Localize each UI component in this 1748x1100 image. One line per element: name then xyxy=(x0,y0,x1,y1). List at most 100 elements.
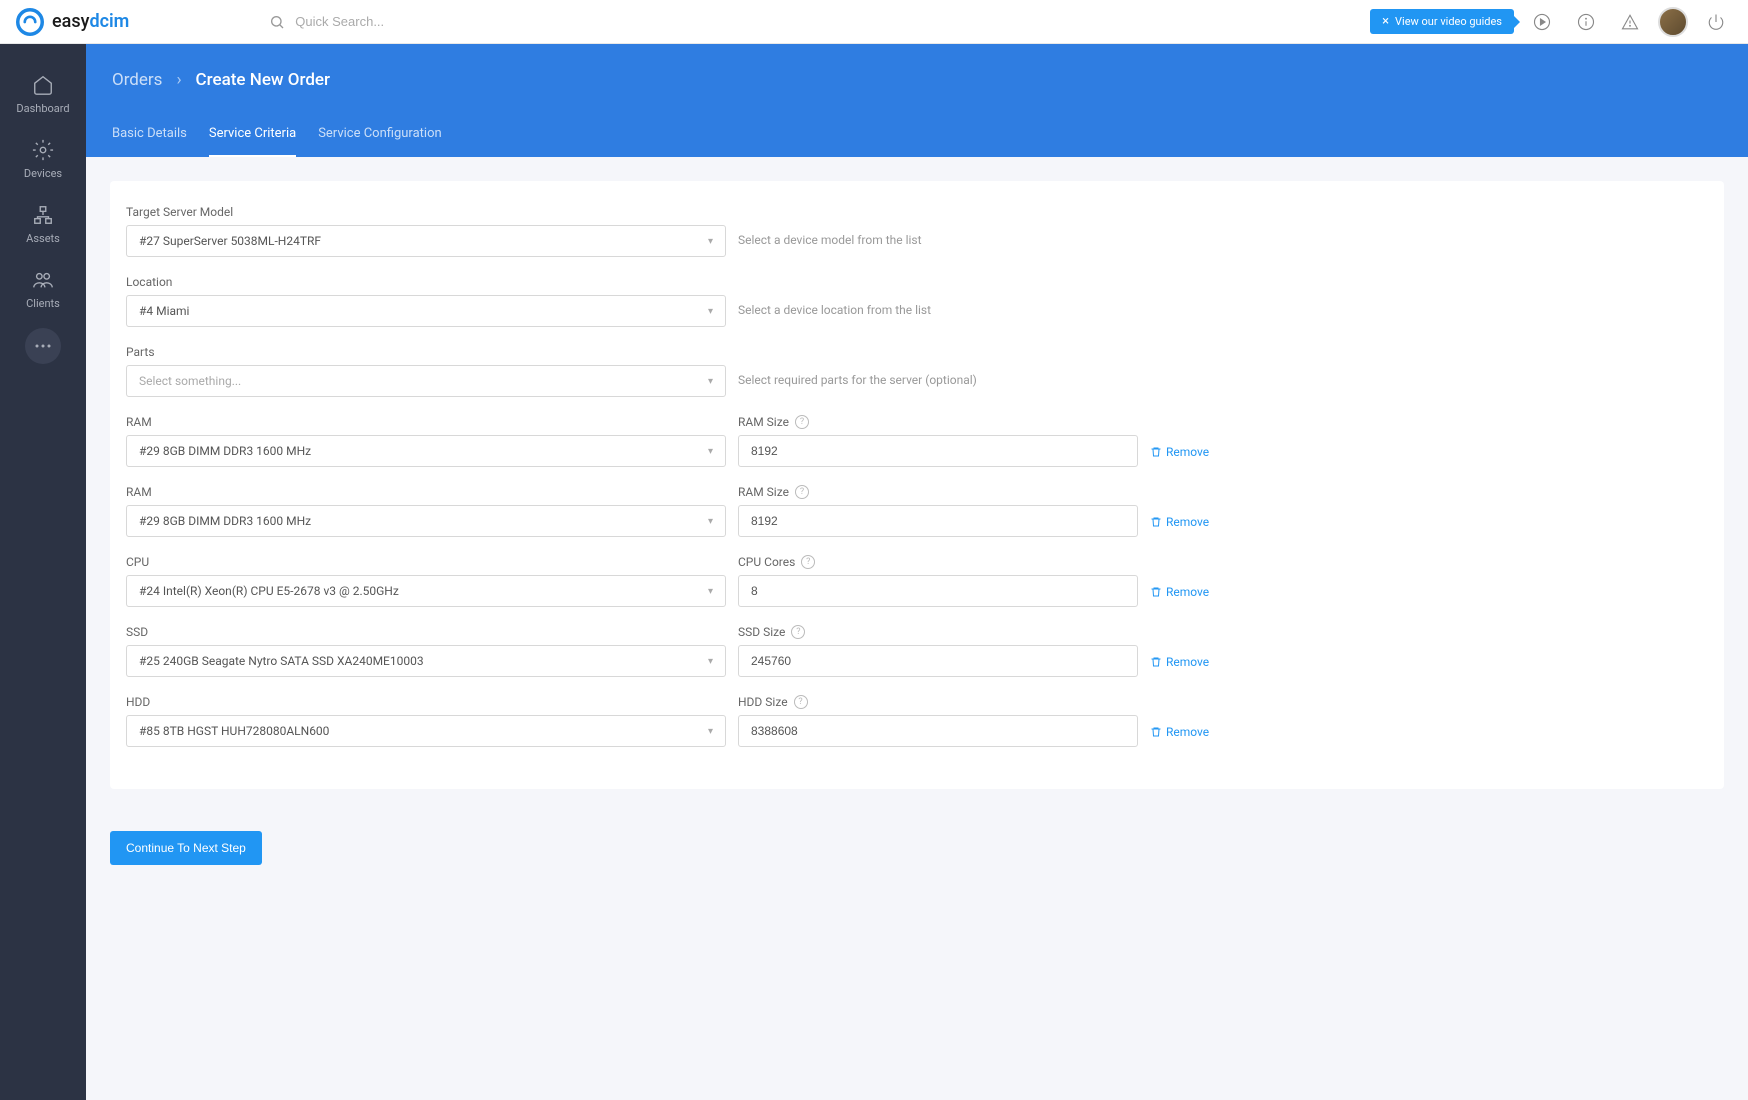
top-header: easydcim × View our video guides xyxy=(0,0,1748,44)
part-size-input[interactable] xyxy=(738,505,1138,537)
remove-button[interactable]: Remove xyxy=(1150,515,1209,529)
more-icon xyxy=(35,344,51,348)
remove-button[interactable]: Remove xyxy=(1150,725,1209,739)
part-type-label: RAM xyxy=(126,485,726,499)
sidebar-item-dashboard[interactable]: Dashboard xyxy=(0,62,86,127)
field-hint: Select required parts for the server (op… xyxy=(738,365,977,387)
field-hint: Select a device location from the list xyxy=(738,295,931,317)
chevron-down-icon: ▾ xyxy=(708,726,713,737)
trash-icon xyxy=(1150,446,1162,458)
tab-basic-details[interactable]: Basic Details xyxy=(112,116,187,157)
help-icon[interactable]: ? xyxy=(791,625,805,639)
alert-icon[interactable] xyxy=(1614,6,1646,38)
part-size-input[interactable] xyxy=(738,435,1138,467)
part-size-input[interactable] xyxy=(738,575,1138,607)
part-type-label: CPU xyxy=(126,555,726,569)
parts-select[interactable]: Select something... ▾ xyxy=(126,365,726,397)
part-type-label: SSD xyxy=(126,625,726,639)
part-size-label: SSD Size ? xyxy=(738,625,1138,639)
chevron-down-icon: ▾ xyxy=(708,446,713,457)
chevron-down-icon: ▾ xyxy=(708,656,713,667)
tabs: Basic Details Service Criteria Service C… xyxy=(112,116,1722,157)
breadcrumb-parent[interactable]: Orders xyxy=(112,70,162,90)
part-select[interactable]: #29 8GB DIMM DDR3 1600 MHz ▾ xyxy=(126,435,726,467)
remove-label: Remove xyxy=(1166,445,1209,459)
remove-button[interactable]: Remove xyxy=(1150,655,1209,669)
avatar[interactable] xyxy=(1658,7,1688,37)
select-value: #24 Intel(R) Xeon(R) CPU E5-2678 v3 @ 2.… xyxy=(139,584,399,598)
part-size-label: RAM Size ? xyxy=(738,485,1138,499)
part-row: CPU #24 Intel(R) Xeon(R) CPU E5-2678 v3 … xyxy=(126,555,1708,607)
trash-icon xyxy=(1150,516,1162,528)
header-right: × View our video guides xyxy=(1370,6,1732,38)
main: Orders › Create New Order Basic Details … xyxy=(86,44,1748,883)
info-icon[interactable] xyxy=(1570,6,1602,38)
location-select[interactable]: #4 Miami ▾ xyxy=(126,295,726,327)
part-size-input[interactable] xyxy=(738,715,1138,747)
part-size-label: CPU Cores ? xyxy=(738,555,1138,569)
chevron-down-icon: ▾ xyxy=(708,516,713,527)
sidebar-item-label: Devices xyxy=(24,167,62,180)
sidebar-item-label: Clients xyxy=(26,297,60,310)
part-size-label: HDD Size ? xyxy=(738,695,1138,709)
sidebar: Dashboard Devices Assets Clients xyxy=(0,44,86,1100)
gear-icon xyxy=(32,139,54,161)
footer-bar: Continue To Next Step xyxy=(86,813,1748,883)
breadcrumb: Orders › Create New Order xyxy=(112,70,1722,90)
search-icon xyxy=(269,14,285,30)
part-select[interactable]: #85 8TB HGST HUH728080ALN600 ▾ xyxy=(126,715,726,747)
select-value: #29 8GB DIMM DDR3 1600 MHz xyxy=(139,444,311,458)
part-row: SSD #25 240GB Seagate Nytro SATA SSD XA2… xyxy=(126,625,1708,677)
power-icon[interactable] xyxy=(1700,6,1732,38)
sidebar-more-button[interactable] xyxy=(25,328,61,364)
sidebar-item-assets[interactable]: Assets xyxy=(0,192,86,257)
help-icon[interactable]: ? xyxy=(795,485,809,499)
logo-icon xyxy=(16,8,44,36)
help-icon[interactable]: ? xyxy=(801,555,815,569)
part-size-input[interactable] xyxy=(738,645,1138,677)
video-guides-button[interactable]: × View our video guides xyxy=(1370,9,1514,34)
remove-label: Remove xyxy=(1166,515,1209,529)
help-icon[interactable]: ? xyxy=(794,695,808,709)
field-hint: Select a device model from the list xyxy=(738,225,922,247)
sidebar-item-devices[interactable]: Devices xyxy=(0,127,86,192)
part-select[interactable]: #25 240GB Seagate Nytro SATA SSD XA240ME… xyxy=(126,645,726,677)
chevron-down-icon: ▾ xyxy=(708,376,713,387)
network-icon xyxy=(32,204,54,226)
chevron-down-icon: ▾ xyxy=(708,236,713,247)
part-select[interactable]: #24 Intel(R) Xeon(R) CPU E5-2678 v3 @ 2.… xyxy=(126,575,726,607)
field-target-model: Target Server Model #27 SuperServer 5038… xyxy=(126,205,1708,257)
select-placeholder: Select something... xyxy=(139,374,241,388)
sidebar-item-label: Assets xyxy=(26,232,60,245)
tab-service-configuration[interactable]: Service Configuration xyxy=(318,116,441,157)
search-input[interactable] xyxy=(295,14,595,29)
help-icon[interactable]: ? xyxy=(795,415,809,429)
part-row: HDD #85 8TB HGST HUH728080ALN600 ▾ HDD S… xyxy=(126,695,1708,747)
part-row: RAM #29 8GB DIMM DDR3 1600 MHz ▾ RAM Siz… xyxy=(126,485,1708,537)
target-model-select[interactable]: #27 SuperServer 5038ML-H24TRF ▾ xyxy=(126,225,726,257)
sidebar-item-clients[interactable]: Clients xyxy=(0,257,86,322)
field-parts: Parts Select something... ▾ Select requi… xyxy=(126,345,1708,397)
sidebar-item-label: Dashboard xyxy=(16,102,69,115)
video-guides-label: View our video guides xyxy=(1395,15,1502,28)
trash-icon xyxy=(1150,586,1162,598)
field-location: Location #4 Miami ▾ Select a device loca… xyxy=(126,275,1708,327)
close-icon[interactable]: × xyxy=(1382,14,1389,29)
remove-button[interactable]: Remove xyxy=(1150,445,1209,459)
field-label: Parts xyxy=(126,345,1708,359)
select-value: #4 Miami xyxy=(139,304,189,318)
users-icon xyxy=(32,269,54,291)
remove-label: Remove xyxy=(1166,725,1209,739)
home-icon xyxy=(32,74,54,96)
chevron-down-icon: ▾ xyxy=(708,586,713,597)
part-select[interactable]: #29 8GB DIMM DDR3 1600 MHz ▾ xyxy=(126,505,726,537)
continue-button[interactable]: Continue To Next Step xyxy=(110,831,262,865)
remove-label: Remove xyxy=(1166,655,1209,669)
tab-service-criteria[interactable]: Service Criteria xyxy=(209,116,296,157)
logo[interactable]: easydcim xyxy=(16,8,129,36)
remove-button[interactable]: Remove xyxy=(1150,585,1209,599)
play-icon[interactable] xyxy=(1526,6,1558,38)
part-row: RAM #29 8GB DIMM DDR3 1600 MHz ▾ RAM Siz… xyxy=(126,415,1708,467)
chevron-right-icon: › xyxy=(176,70,181,90)
search-wrap xyxy=(269,14,1370,30)
